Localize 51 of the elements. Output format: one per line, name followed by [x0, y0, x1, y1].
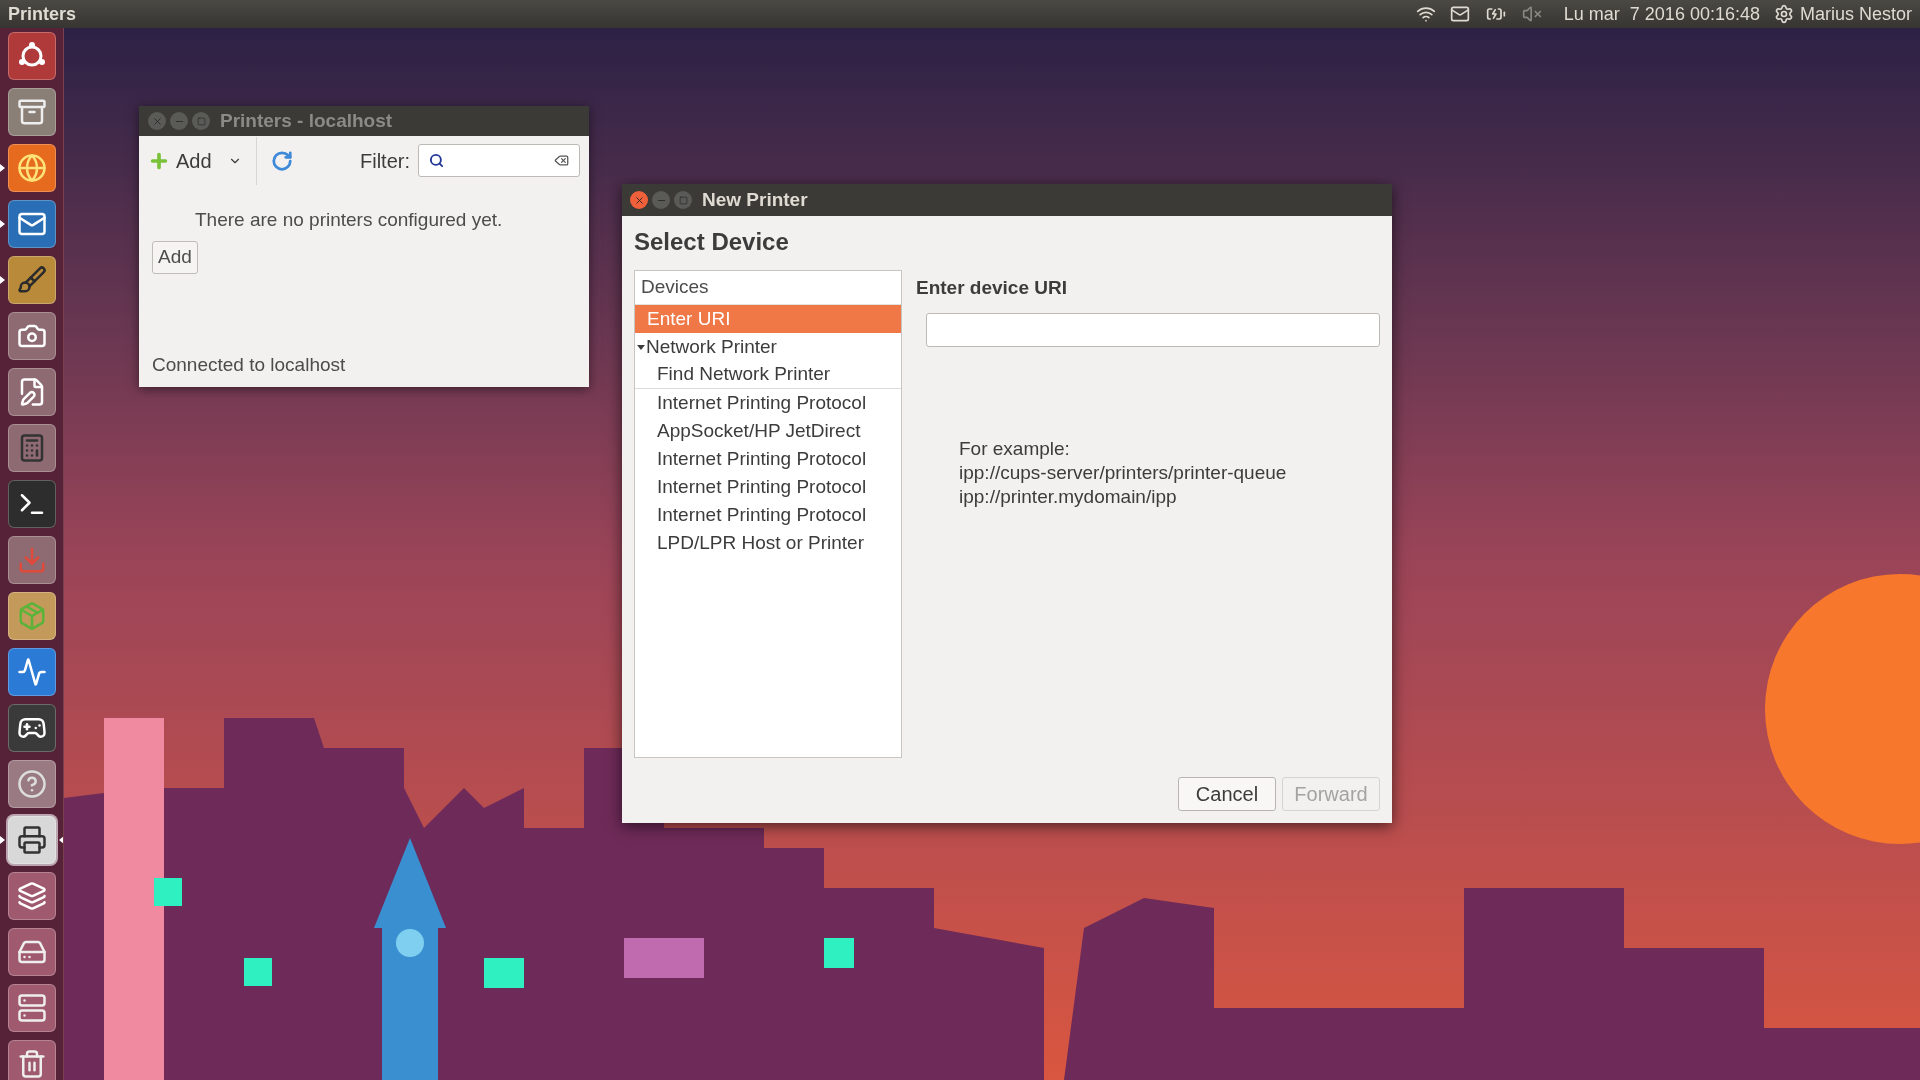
status-text: Connected to localhost: [152, 352, 347, 377]
settings-icon[interactable]: [1773, 4, 1794, 24]
uri-input-field[interactable]: [926, 312, 1380, 347]
window-title: New Printer: [702, 187, 808, 212]
clear-icon[interactable]: [554, 153, 569, 168]
app-title: Printers: [8, 2, 77, 26]
mail-icon[interactable]: [1449, 4, 1470, 24]
add-printer-button[interactable]: Add: [152, 240, 198, 274]
muted-speaker-icon[interactable]: [1521, 4, 1542, 24]
drawer-icon: [17, 97, 47, 127]
dialog-button[interactable]: Cancel: [1178, 777, 1276, 811]
device-list-item[interactable]: Internet Printing Protocol: [635, 501, 901, 529]
device-list-item[interactable]: Find Network Printer: [635, 361, 901, 389]
example-text: For example:: [959, 436, 1071, 461]
device-list-item[interactable]: Internet Printing Protocol: [635, 473, 901, 501]
server-icon: [17, 993, 47, 1023]
launcher-item[interactable]: [0, 816, 63, 864]
close-button[interactable]: [630, 191, 648, 209]
workspaces-icon: [17, 881, 47, 911]
download-icon: [17, 545, 47, 575]
empty-message: There are no printers configured yet.: [194, 208, 504, 232]
trash-icon: [17, 1049, 47, 1079]
printer-icon: [17, 825, 47, 855]
globe-icon: [17, 153, 47, 183]
device-list-item[interactable]: Internet Printing Protocol: [635, 445, 901, 473]
expander-caret-icon[interactable]: [637, 343, 645, 351]
device-list-item[interactable]: Internet Printing Protocol: [635, 389, 901, 417]
filter-search-field[interactable]: [418, 144, 580, 177]
filter-label: Filter:: [360, 148, 410, 174]
wifi-icon[interactable]: [1415, 4, 1436, 24]
device-list-item[interactable]: Network Printer: [635, 333, 901, 361]
maximize-icon: [196, 116, 206, 126]
add-button[interactable]: Add: [148, 145, 250, 176]
brush-icon: [17, 265, 47, 295]
close-icon: [633, 194, 645, 206]
dialog-heading: Select Device: [633, 227, 790, 257]
window-title: Printers - localhost: [220, 108, 393, 133]
example-text: ipp://printer.mydomain/ipp: [959, 484, 1178, 509]
example-text: ipp://cups-server/printers/printer-queue: [959, 460, 1288, 485]
activity-graph-icon: [17, 657, 47, 687]
refresh-icon[interactable]: [270, 149, 293, 172]
help-icon: [17, 769, 47, 799]
uri-label: Enter device URI: [916, 276, 1068, 300]
device-list-item[interactable]: AppSocket/HP JetDirect: [635, 417, 901, 445]
user-name[interactable]: Marius Nestor: [1799, 0, 1912, 28]
device-list-item[interactable]: LPD/LPR Host or Printer: [635, 529, 901, 557]
search-icon: [429, 153, 444, 168]
close-icon: [151, 115, 163, 127]
clock[interactable]: Lu mar 7 2016 00:16:48: [1563, 0, 1760, 28]
maximize-icon: [678, 195, 688, 205]
package-icon: [17, 601, 47, 631]
